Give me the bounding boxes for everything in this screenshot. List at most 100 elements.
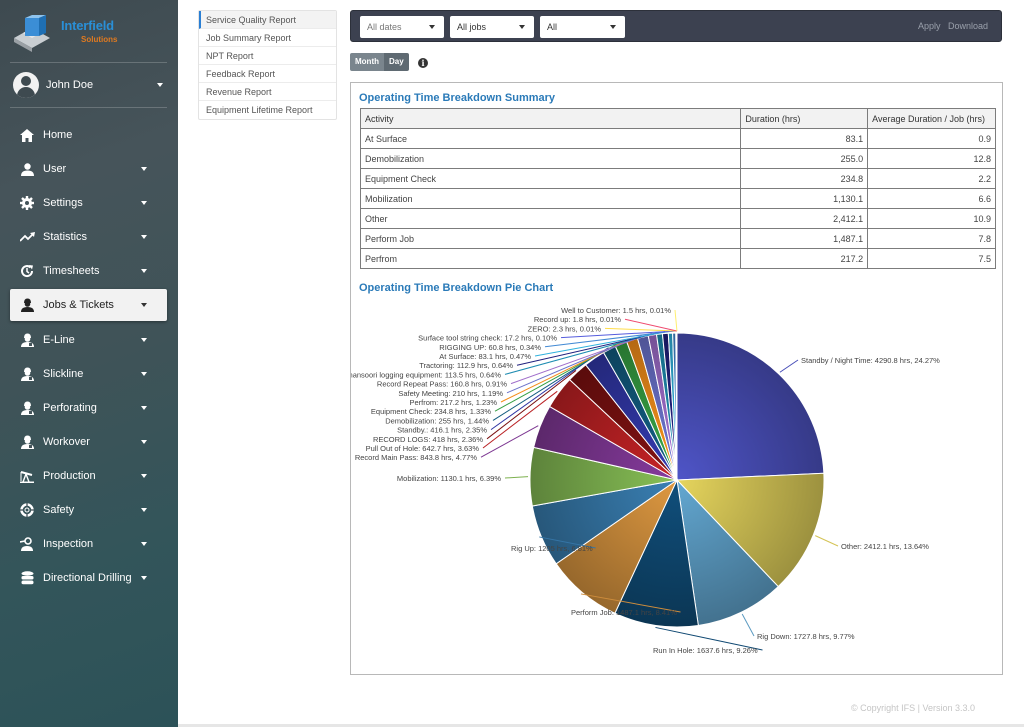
pie-label: Mobilization: 1130.1 hrs, 6.39%: [397, 474, 501, 483]
report-panel: Operating Time Breakdown Summary Activit…: [350, 82, 1003, 675]
sidebar-divider: [10, 62, 167, 63]
pie-label: Rig Down: 1727.8 hrs, 9.77%: [757, 632, 855, 641]
chevron-down-icon: [141, 201, 147, 206]
chevron-down-icon: [429, 25, 435, 29]
pie-label: Perfrom: 217.2 hrs, 1.23%: [409, 398, 497, 407]
sidebar-item-production[interactable]: Production: [10, 459, 167, 493]
pie-label: Demobilization: 255 hrs, 1.44%: [385, 416, 489, 425]
pie-label-connector: [480, 425, 539, 458]
chevron-down-icon: [141, 337, 147, 342]
apply-button[interactable]: Apply: [918, 21, 941, 31]
pie-label: Well to Customer: 1.5 hrs, 0.01%: [561, 306, 671, 315]
table-row: Equipment Check 234.8 2.2: [359, 168, 996, 189]
scope-select[interactable]: All: [540, 16, 625, 38]
table-row: Perform Job 1,487.1 7.8: [359, 228, 996, 249]
pie-label: At Surface: 83.1 hrs, 0.47%: [439, 352, 531, 361]
pie-label: Safety Meeting: 210 hrs, 1.19%: [398, 389, 503, 398]
sidebar-item-label: E-Line: [43, 333, 75, 346]
column-header: Average Duration / Job (hrs): [867, 108, 996, 129]
chevron-down-icon: [141, 235, 147, 240]
chevron-down-icon: [141, 303, 147, 308]
chevron-down-icon: [157, 83, 163, 87]
sidebar-item-label: Timesheets: [43, 265, 100, 278]
sidebar-divider: [10, 107, 167, 108]
info-icon[interactable]: i: [418, 58, 428, 68]
date-range-value: All dates: [367, 22, 402, 32]
pie-label: Record Main Pass: 843.8 hrs, 4.77%: [355, 453, 477, 462]
sidebar-item-settings[interactable]: Settings: [10, 186, 167, 220]
sidebar-item-statistics[interactable]: Statistics: [10, 220, 167, 254]
pie-label: Run In Hole: 1637.6 hrs, 9.26%: [653, 646, 758, 655]
summary-table: Activity Duration (hrs) Average Duration…: [359, 108, 996, 269]
sidebar-item-label: Settings: [43, 197, 83, 210]
sidebar-item-workover[interactable]: Workover: [10, 425, 167, 459]
duration-cell: 217.2: [740, 248, 869, 269]
scope-value: All: [547, 22, 558, 32]
footer-copyright: © Copyright IFS | Version 3.3.0: [851, 703, 976, 713]
pie-label: Surface tool string check: 17.2 hrs, 0.1…: [418, 334, 557, 343]
sidebar-item-inspection[interactable]: Inspection: [10, 527, 167, 561]
chevron-down-icon: [141, 473, 147, 478]
pie-label-connector: [504, 476, 529, 479]
report-item-feedback[interactable]: Feedback Report: [199, 65, 336, 83]
sidebar-item-slickline[interactable]: Slickline: [10, 357, 167, 391]
pie-label: Pull Out of Hole: 642.7 hrs, 3.63%: [366, 444, 480, 453]
sidebar-item-jobs-tickets[interactable]: Jobs & Tickets: [10, 289, 167, 322]
chevron-down-icon: [141, 576, 147, 581]
engineer-icon: [18, 365, 36, 383]
duration-cell: 1,487.1: [740, 228, 869, 249]
report-item-npt[interactable]: NPT Report: [199, 47, 336, 65]
chevron-down-icon: [519, 25, 525, 29]
avg-duration-cell: 7.5: [867, 248, 996, 269]
app-logo[interactable]: Interfield Solutions: [12, 14, 162, 54]
activity-cell: Demobilization: [359, 148, 742, 169]
pie-chart: Standby / Night Time: 4290.8 hrs, 24.27%…: [351, 306, 940, 655]
sidebar-item-safety[interactable]: Safety: [10, 493, 167, 527]
toggle-day[interactable]: Day: [384, 53, 409, 71]
sidebar-item-label: Home: [43, 129, 73, 142]
sidebar-item-label: Workover: [43, 435, 90, 448]
pie-label-connector: [674, 309, 678, 332]
sidebar-item-user[interactable]: User: [10, 152, 167, 186]
activity-cell: Perfrom: [359, 248, 742, 269]
engineer-icon: [18, 433, 36, 451]
filter-bar: All dates All jobs All Apply Download: [350, 10, 1002, 42]
table-row: Demobilization 255.0 12.8: [359, 148, 996, 169]
activity-cell: At Surface: [359, 128, 742, 149]
user-name: John Doe: [46, 79, 94, 91]
avg-duration-cell: 7.8: [867, 228, 996, 249]
activity-cell: Other: [359, 208, 742, 229]
pie-label: RECORD LOGS: 418 hrs, 2.36%: [373, 435, 483, 444]
sidebar-item-directional-drilling[interactable]: Directional Drilling: [10, 561, 167, 595]
duration-cell: 83.1: [740, 128, 869, 149]
duration-cell: 234.8: [740, 168, 869, 189]
period-toggle: Month Day: [350, 53, 409, 71]
engineer-icon: [18, 399, 36, 417]
logo-name: Interfield: [61, 18, 114, 33]
date-range-select[interactable]: All dates: [360, 16, 444, 38]
toggle-month[interactable]: Month: [350, 53, 384, 71]
chevron-down-icon: [141, 269, 147, 274]
report-item-equipment-lifetime[interactable]: Equipment Lifetime Report: [199, 101, 336, 119]
sidebar-item-timesheets[interactable]: Timesheets: [10, 254, 167, 288]
avg-duration-cell: 12.8: [867, 148, 996, 169]
gear-icon: [18, 194, 36, 212]
pie-label-connector: [741, 613, 755, 637]
report-item-job-summary[interactable]: Job Summary Report: [199, 29, 336, 47]
report-item-service-quality[interactable]: Service Quality Report: [199, 11, 336, 29]
avg-duration-cell: 2.2: [867, 168, 996, 189]
sidebar-item-home[interactable]: Home: [10, 118, 167, 152]
sidebar-item-e-line[interactable]: E-Line: [10, 322, 167, 356]
chevron-down-icon: [141, 542, 147, 547]
user-menu[interactable]: John Doe: [10, 68, 167, 102]
report-item-revenue[interactable]: Revenue Report: [199, 83, 336, 101]
sidebar-nav: Home User Settings Statistics Timesheets…: [10, 118, 167, 595]
home-icon: [18, 126, 36, 144]
download-button[interactable]: Download: [948, 21, 988, 31]
sidebar: Interfield Solutions John Doe Home User …: [0, 0, 178, 727]
logo-subname: Solutions: [81, 35, 118, 44]
table-header-row: Activity Duration (hrs) Average Duration…: [359, 108, 996, 129]
sidebar-item-perforating[interactable]: Perforating: [10, 391, 167, 425]
jobs-select[interactable]: All jobs: [450, 16, 534, 38]
report-list: Service Quality Report Job Summary Repor…: [198, 10, 337, 120]
